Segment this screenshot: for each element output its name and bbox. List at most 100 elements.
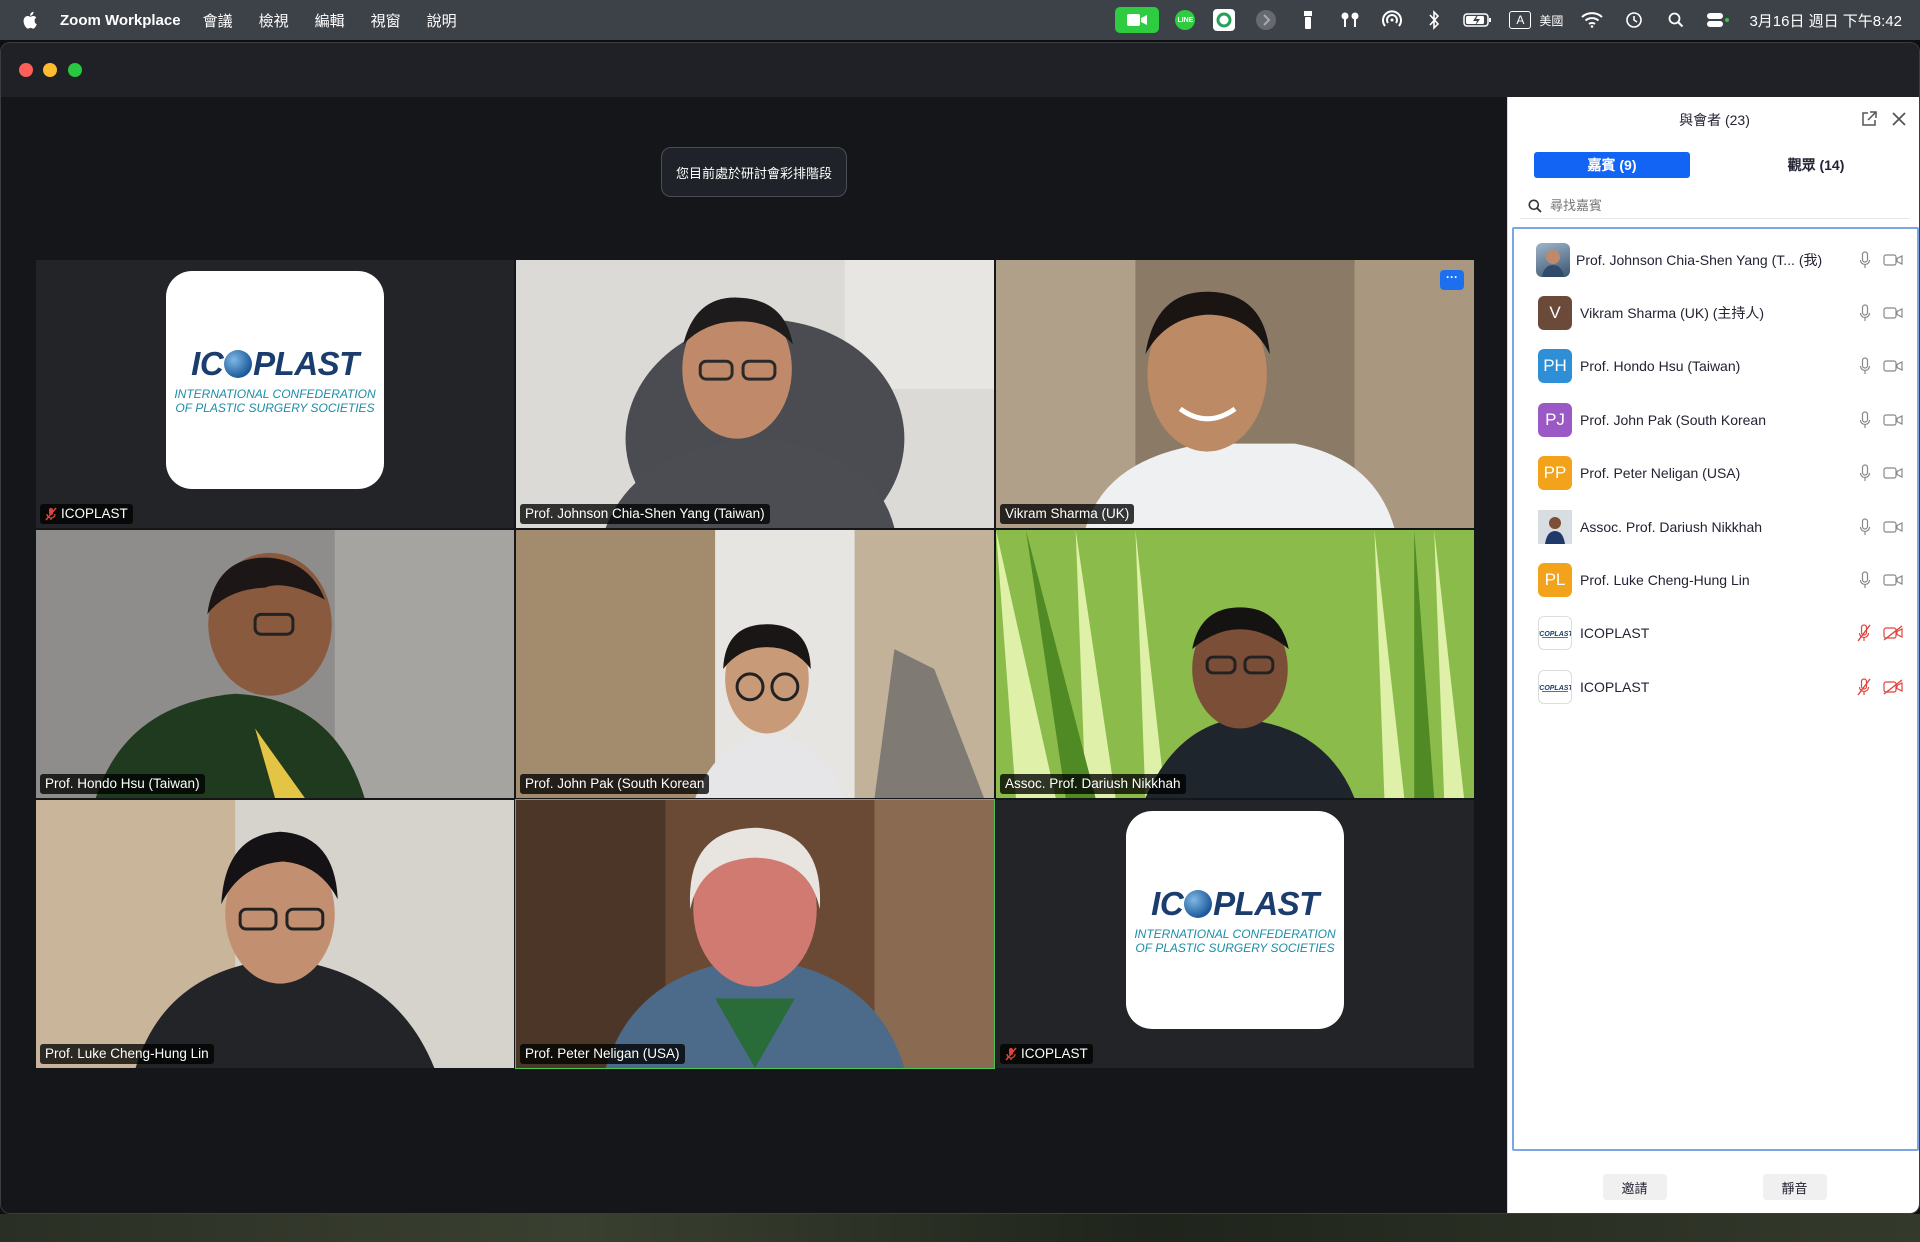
pop-out-icon[interactable] [1861, 111, 1877, 127]
video-tile-icoplast-2[interactable]: IC PLAST International Confederation of Pl… [995, 799, 1475, 1069]
muted-mic-icon [1005, 1047, 1017, 1060]
microphone-icon[interactable] [1859, 304, 1871, 322]
video-off-icon[interactable] [1883, 625, 1903, 641]
list-item[interactable]: ICOPLAST ICOPLAST [1514, 607, 1917, 660]
close-window-button[interactable] [19, 63, 33, 77]
avatar [1536, 242, 1570, 277]
bluetooth-icon[interactable] [1421, 7, 1447, 33]
app-c-icon[interactable] [1211, 7, 1237, 33]
input-region-label[interactable]: 美國 [1539, 12, 1563, 29]
invite-button[interactable]: 邀請 [1602, 1174, 1667, 1200]
time-machine-icon[interactable] [1621, 7, 1647, 33]
participant-video [36, 530, 514, 798]
search-input[interactable] [1550, 198, 1850, 213]
app-name-menu[interactable]: Zoom Workplace [60, 12, 181, 29]
list-item[interactable]: Prof. Johnson Chia-Shen Yang (T... (我) [1514, 233, 1917, 286]
list-item[interactable]: ICOPLAST ICOPLAST [1514, 660, 1917, 713]
participant-name: Prof. Peter Neligan (USA) [1580, 465, 1741, 482]
apple-icon[interactable] [22, 10, 40, 30]
menu-window[interactable]: 視窗 [371, 10, 401, 31]
tile-more-options-button[interactable]: ··· [1440, 270, 1464, 290]
spotlight-search-icon[interactable] [1663, 7, 1689, 33]
microphone-icon[interactable] [1859, 571, 1871, 589]
participant-name: ICOPLAST [1580, 678, 1650, 695]
participant-name: ICOPLAST [1580, 625, 1650, 642]
minimize-window-button[interactable] [43, 63, 57, 77]
input-source-icon[interactable]: A [1509, 11, 1532, 29]
video-tile-peter-neligan[interactable]: Prof. Peter Neligan (USA) [515, 799, 995, 1069]
participant-video [36, 800, 514, 1068]
zoom-camera-status-icon[interactable] [1115, 7, 1160, 33]
list-item[interactable]: PJ Prof. John Pak (South Korean [1514, 393, 1917, 446]
gallery-grid: IC PLAST International Confederation of Pl… [35, 259, 1475, 1069]
video-camera-icon[interactable] [1883, 520, 1903, 534]
forward-circle-icon[interactable] [1253, 7, 1279, 33]
participant-video [996, 260, 1474, 528]
participants-panel: 與會者 (23) 嘉賓 (9) 觀眾 (14) Prof. Johnson Ch… [1507, 97, 1919, 1213]
search-icon [1528, 199, 1542, 213]
wifi-icon[interactable] [1579, 7, 1605, 33]
microphone-icon[interactable] [1859, 251, 1871, 269]
video-stage: 您目前處於研討會彩排階段 IC PLAST International Confe… [1, 97, 1507, 1213]
menu-edit[interactable]: 編輯 [315, 10, 345, 31]
participant-video [516, 800, 994, 1068]
panel-tabs: 嘉賓 (9) 觀眾 (14) [1508, 143, 1919, 187]
line-app-icon[interactable]: LINE [1175, 10, 1196, 30]
panel-header: 與會者 (23) [1508, 97, 1919, 143]
tile-name-label: Prof. John Pak (South Korean [520, 774, 710, 794]
avatar: PL [1538, 563, 1572, 598]
list-item[interactable]: PH Prof. Hondo Hsu (Taiwan) [1514, 340, 1917, 393]
microphone-icon[interactable] [1859, 464, 1871, 482]
rehearsal-banner: 您目前處於研討會彩排階段 [661, 147, 847, 197]
flashlight-icon[interactable] [1295, 7, 1321, 33]
menu-help[interactable]: 說明 [427, 10, 457, 31]
menu-bar-clock[interactable]: 3月16日 週日 下午8:42 [1749, 10, 1902, 31]
list-item[interactable]: Assoc. Prof. Dariush Nikkhah [1514, 500, 1917, 553]
icoplast-avatar-logo: ICOPLAST [1538, 669, 1572, 704]
avatar: V [1538, 296, 1572, 331]
tab-attendees[interactable]: 觀眾 (14) [1738, 152, 1894, 178]
fullscreen-window-button[interactable] [68, 63, 82, 77]
video-camera-icon[interactable] [1883, 306, 1903, 320]
menu-bar-tray: LINE A 美國 3月16日 週日 下午8:42 [1099, 0, 1902, 40]
menu-view[interactable]: 檢視 [259, 10, 289, 31]
participant-list: Prof. Johnson Chia-Shen Yang (T... (我) V… [1512, 227, 1919, 1151]
video-camera-icon[interactable] [1883, 253, 1903, 267]
battery-icon[interactable] [1463, 7, 1493, 33]
video-tile-john-pak[interactable]: Prof. John Pak (South Korean [515, 529, 995, 799]
microphone-icon[interactable] [1859, 411, 1871, 429]
video-camera-icon[interactable] [1883, 466, 1903, 480]
video-tile-icoplast[interactable]: IC PLAST International Confederation of Pl… [35, 259, 515, 529]
tile-name-label: Assoc. Prof. Dariush Nikkhah [1000, 774, 1186, 794]
muted-mic-icon[interactable] [1857, 624, 1871, 642]
video-tile-dariush-nikkhah[interactable]: Assoc. Prof. Dariush Nikkhah [995, 529, 1475, 799]
airpods-icon[interactable] [1337, 7, 1363, 33]
microphone-icon[interactable] [1859, 518, 1871, 536]
avatar: PP [1538, 456, 1572, 491]
menu-meeting[interactable]: 會議 [203, 10, 233, 31]
video-off-icon[interactable] [1883, 679, 1903, 695]
video-tile-johnson-yang[interactable]: Prof. Johnson Chia-Shen Yang (Taiwan) [515, 259, 995, 529]
mute-all-button[interactable]: 靜音 [1762, 1174, 1827, 1200]
participant-name: Prof. Hondo Hsu (Taiwan) [1580, 358, 1741, 375]
video-camera-icon[interactable] [1883, 359, 1903, 373]
tab-panelists[interactable]: 嘉賓 (9) [1534, 152, 1690, 178]
video-tile-hondo-hsu[interactable]: Prof. Hondo Hsu (Taiwan) [35, 529, 515, 799]
microphone-icon[interactable] [1859, 357, 1871, 375]
list-item[interactable]: PL Prof. Luke Cheng-Hung Lin [1514, 553, 1917, 606]
close-icon[interactable] [1891, 111, 1907, 127]
control-center-icon[interactable] [1705, 7, 1731, 33]
video-camera-icon[interactable] [1883, 413, 1903, 427]
video-camera-icon[interactable] [1883, 573, 1903, 587]
menu-bar: Zoom Workplace 會議 檢視 編輯 視窗 說明 LINE A 美國 … [0, 0, 1920, 40]
list-item[interactable]: PP Prof. Peter Neligan (USA) [1514, 447, 1917, 500]
airdrop-icon[interactable] [1379, 7, 1405, 33]
tile-name-label: Prof. Luke Cheng-Hung Lin [40, 1044, 214, 1064]
globe-icon [1184, 890, 1213, 918]
list-item[interactable]: V Vikram Sharma (UK) (主持人) [1514, 286, 1917, 339]
muted-mic-icon[interactable] [1857, 678, 1871, 696]
panel-title: 與會者 (23) [1679, 112, 1750, 128]
video-tile-luke-lin[interactable]: Prof. Luke Cheng-Hung Lin [35, 799, 515, 1069]
globe-icon [224, 350, 253, 378]
video-tile-vikram-sharma[interactable]: ··· Vikram Sharma (UK) [995, 259, 1475, 529]
